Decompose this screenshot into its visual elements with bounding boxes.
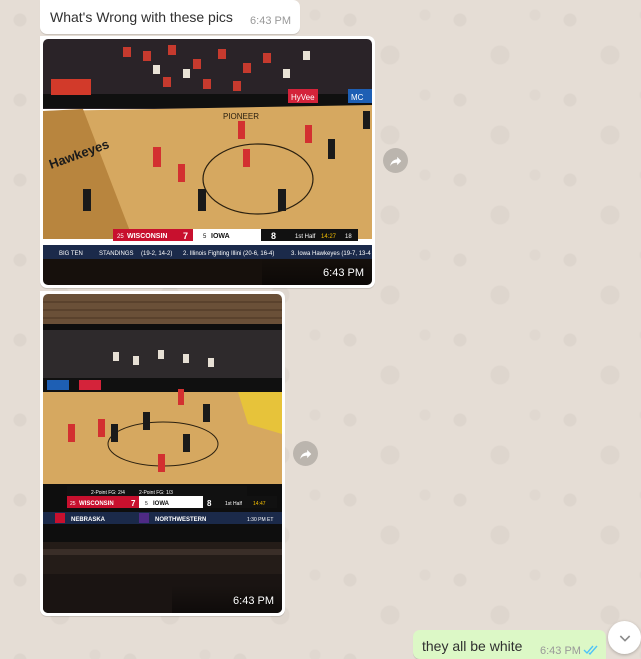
forward-icon — [389, 156, 401, 166]
ticker-nebraska: NEBRASKA — [71, 517, 106, 523]
forward-button[interactable] — [383, 148, 408, 173]
score-rank-a: 25 — [117, 234, 124, 240]
basketball-tv-photo[interactable]: 2-Point FG: 2/4 2-Point FG: 1/3 25 WISCO… — [43, 294, 282, 613]
chevron-down-icon — [619, 634, 630, 642]
ticker-illinois: 2. Illinois Fighting Illini (20-6, 16-4) — [183, 251, 274, 257]
outgoing-message[interactable]: they all be white 6:43 PM — [413, 630, 606, 659]
hyvee-logo: HyVee — [291, 93, 315, 102]
ticker-league: BIG TEN — [59, 251, 83, 257]
ticker-standings: STANDINGS — [99, 251, 134, 257]
game-clock: 14:47 — [253, 501, 266, 507]
incoming-message[interactable]: What's Wrong with these pics 6:43 PM — [40, 0, 300, 34]
basketball-broadcast-photo[interactable]: HyVee MC PIONEER Hawkeyes 25 WISCONSIN 7… — [43, 39, 372, 285]
score-team-a: WISCONSIN — [127, 233, 167, 240]
scroll-to-bottom-button[interactable] — [608, 621, 641, 654]
score-rank-b: 5 — [145, 501, 148, 507]
score-team-b: IOWA — [211, 233, 230, 240]
stat-iowa: 2-Point FG: 1/3 — [139, 490, 173, 496]
message-time: 6:43 PM — [250, 15, 291, 27]
score-team-b: IOWA — [153, 501, 170, 507]
score-b: 8 — [271, 231, 276, 241]
forward-button[interactable] — [293, 441, 318, 466]
score-rank-a: 25 — [70, 501, 76, 507]
game-half: 1st Half — [295, 234, 316, 240]
ticker-time: 1:30 PM ET — [247, 517, 273, 523]
shot-clock: 18 — [345, 234, 352, 240]
read-double-check-icon — [583, 645, 598, 655]
image-message-1[interactable]: HyVee MC PIONEER Hawkeyes 25 WISCONSIN 7… — [40, 36, 375, 288]
score-a: 7 — [131, 499, 136, 508]
score-team-a: WISCONSIN — [79, 501, 114, 507]
mc-logo: MC — [351, 93, 364, 102]
score-a: 7 — [183, 231, 188, 241]
image-time: 6:43 PM — [323, 267, 364, 279]
game-half: 1st Half — [225, 501, 243, 507]
ticker-northwestern: NORTHWESTERN — [155, 517, 206, 523]
forward-icon — [299, 449, 311, 459]
stat-wisconsin: 2-Point FG: 2/4 — [91, 490, 125, 496]
pioneer-floor-text: PIONEER — [223, 112, 259, 121]
score-b: 8 — [207, 499, 212, 508]
ticker-record: (19-2, 14-2) — [141, 251, 172, 257]
message-text: What's Wrong with these pics — [50, 9, 233, 25]
image-time: 6:43 PM — [233, 595, 274, 607]
game-clock: 14:27 — [321, 234, 337, 240]
image-message-2[interactable]: 2-Point FG: 2/4 2-Point FG: 1/3 25 WISCO… — [40, 291, 285, 616]
message-time: 6:43 PM — [540, 645, 581, 657]
message-text: they all be white — [422, 638, 523, 654]
